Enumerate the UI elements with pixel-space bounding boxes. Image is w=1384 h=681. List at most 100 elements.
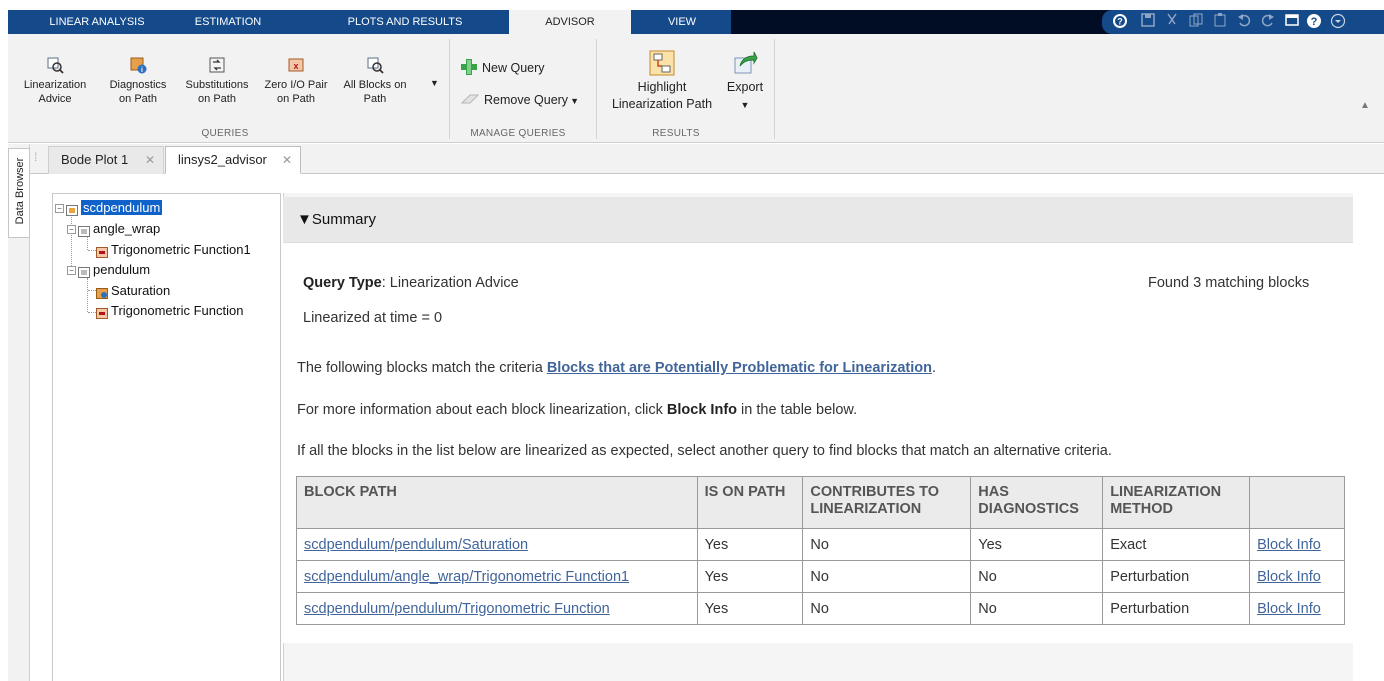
tab-estimation[interactable]: ESTIMATION — [178, 10, 278, 34]
remove-query-dropdown-icon: ▼ — [570, 95, 579, 106]
info-bold: Block Info — [666, 402, 738, 418]
substitutions-icon — [208, 56, 226, 74]
new-query-label: New Query — [482, 60, 545, 75]
table-row: scdpendulum/pendulum/Saturation Yes No Y… — [296, 528, 1345, 561]
redo-icon[interactable] — [1260, 13, 1276, 29]
results-group-label: RESULTS — [652, 128, 700, 139]
export-button[interactable]: Export ▼ — [718, 50, 772, 114]
criteria-link[interactable]: Blocks that are Potentially Problematic … — [547, 360, 932, 376]
tab-view[interactable]: VIEW — [634, 10, 730, 34]
export-icon — [732, 50, 758, 76]
alternative-criteria-text: If all the blocks in the list below are … — [297, 443, 1112, 459]
help-circle-icon[interactable]: ? — [1112, 13, 1128, 29]
block-path-link[interactable]: scdpendulum/pendulum/Saturation — [304, 537, 528, 553]
query-type-line: Query Type: Linearization Advice — [303, 275, 519, 291]
found-count: Found 3 matching blocks — [1148, 275, 1310, 291]
cell-method: Exact — [1102, 528, 1251, 561]
linearization-advice-label-2: Advice — [38, 93, 72, 105]
tab-plots-and-results[interactable]: PLOTS AND RESULTS — [335, 10, 475, 34]
cell-contributes: No — [802, 592, 972, 625]
paste-icon[interactable] — [1212, 13, 1228, 29]
cell-info: Block Info — [1249, 560, 1345, 593]
linearization-advice-button[interactable]: Linearization Advice — [12, 56, 98, 106]
cell-block-path: scdpendulum/pendulum/Trigonometric Funct… — [296, 592, 698, 625]
cell-on-path: Yes — [696, 560, 804, 593]
column-header: BLOCK PATH — [296, 476, 698, 529]
zero-io-pair-icon: x — [287, 56, 305, 74]
ribbon-separator — [449, 39, 450, 139]
tree-item-trig-function[interactable]: Trigonometric Function — [96, 302, 243, 320]
new-query-button[interactable]: New Query — [459, 58, 569, 79]
cell-info: Block Info — [1249, 528, 1345, 561]
expand-icon[interactable] — [1330, 13, 1346, 29]
close-icon[interactable]: ✕ — [145, 147, 155, 173]
collapse-toggle-icon[interactable]: − — [67, 225, 76, 235]
ribbon-separator — [596, 39, 597, 139]
tree-item-trig-function-label: Trigonometric Function — [111, 303, 244, 318]
svg-text:x: x — [293, 61, 298, 71]
svg-text:?: ? — [1117, 17, 1123, 27]
block-info-link[interactable]: Block Info — [1257, 537, 1321, 553]
collapse-toggle-icon[interactable]: − — [55, 204, 64, 214]
highlight-linearization-path-button[interactable]: Highlight Linearization Path — [602, 50, 722, 113]
all-blocks-icon — [366, 56, 384, 74]
table-row: scdpendulum/angle_wrap/Trigonometric Fun… — [296, 560, 1345, 593]
copy-icon[interactable] — [1188, 13, 1204, 29]
queries-group-label: QUERIES — [201, 128, 249, 139]
cell-method: Perturbation — [1102, 560, 1251, 593]
data-browser-tab[interactable]: Data Browser — [8, 148, 30, 238]
save-icon[interactable] — [1140, 13, 1156, 29]
substitutions-on-path-button[interactable]: Substitutions on Path — [175, 56, 259, 106]
help-icon[interactable]: ? — [1306, 13, 1322, 29]
tree-item-pendulum[interactable]: − pendulum — [67, 261, 150, 279]
block-info-link[interactable]: Block Info — [1257, 601, 1321, 617]
saturation-block-icon — [96, 286, 108, 300]
collapse-ribbon-icon[interactable]: ▲ — [1360, 100, 1370, 111]
manage-queries-group-label: MANAGE QUERIES — [470, 128, 566, 139]
tree-connector — [88, 290, 96, 291]
all-blocks-on-path-button[interactable]: All Blocks on Path — [334, 56, 416, 106]
tree-item-saturation[interactable]: Saturation — [96, 282, 170, 300]
tree-item-angle-wrap[interactable]: − angle_wrap — [67, 220, 160, 238]
collapse-toggle-icon[interactable]: − — [67, 266, 76, 276]
block-path-link[interactable]: scdpendulum/pendulum/Trigonometric Funct… — [304, 601, 610, 617]
highlight-path-icon — [649, 50, 675, 76]
tab-linsys2-advisor[interactable]: linsys2_advisor ✕ — [165, 146, 301, 174]
info-suffix: in the table below. — [737, 402, 858, 418]
remove-query-label: Remove Query — [484, 92, 569, 107]
remove-query-button[interactable]: Remove Query ▼ — [459, 92, 599, 109]
close-icon[interactable]: ✕ — [282, 147, 292, 173]
model-icon — [66, 203, 78, 217]
cell-on-path: Yes — [696, 528, 804, 561]
cell-diagnostics: No — [970, 592, 1104, 625]
table-row: scdpendulum/pendulum/Trigonometric Funct… — [296, 592, 1345, 625]
summary-section-header[interactable]: ▼Summary — [283, 197, 1353, 243]
tab-advisor[interactable]: ADVISOR — [509, 10, 631, 36]
criteria-line: The following blocks match the criteria … — [297, 360, 936, 376]
tab-grip-icon: ⁞ — [34, 150, 38, 164]
block-info-link[interactable]: Block Info — [1257, 569, 1321, 585]
substitutions-label-1: Substitutions — [185, 79, 249, 91]
tree-item-trig-function1[interactable]: Trigonometric Function1 — [96, 241, 251, 259]
matching-blocks-table: BLOCK PATH IS ON PATH CONTRIBUTES TO LIN… — [296, 476, 1345, 625]
window-icon[interactable] — [1284, 13, 1300, 29]
tree-connector — [87, 236, 88, 250]
cell-contributes: No — [802, 528, 972, 561]
diagnostics-label-2: on Path — [119, 93, 157, 105]
subsystem-icon — [78, 224, 90, 238]
queries-more-dropdown[interactable]: ▼ — [430, 78, 439, 88]
toolstrip-tab-strip: LINEAR ANALYSIS ESTIMATION PLOTS AND RES… — [0, 0, 1384, 36]
query-type-value: : Linearization Advice — [381, 275, 519, 291]
tree-item-root[interactable]: − scdpendulum — [55, 199, 163, 217]
tab-bode-plot-1[interactable]: Bode Plot 1 ✕ — [48, 146, 164, 174]
diagnostics-on-path-button[interactable]: i Diagnostics on Path — [100, 56, 176, 106]
tab-linear-analysis[interactable]: LINEAR ANALYSIS — [34, 10, 160, 34]
zero-io-pair-on-path-button[interactable]: x Zero I/O Pair on Path — [258, 56, 334, 106]
plus-icon — [459, 58, 479, 79]
undo-icon[interactable] — [1236, 13, 1252, 29]
cut-icon[interactable] — [1164, 13, 1180, 29]
all-blocks-label-2: Path — [363, 93, 387, 105]
all-blocks-label-1: All Blocks on — [343, 79, 407, 91]
cell-block-path: scdpendulum/pendulum/Saturation — [296, 528, 698, 561]
block-path-link[interactable]: scdpendulum/angle_wrap/Trigonometric Fun… — [304, 569, 629, 585]
